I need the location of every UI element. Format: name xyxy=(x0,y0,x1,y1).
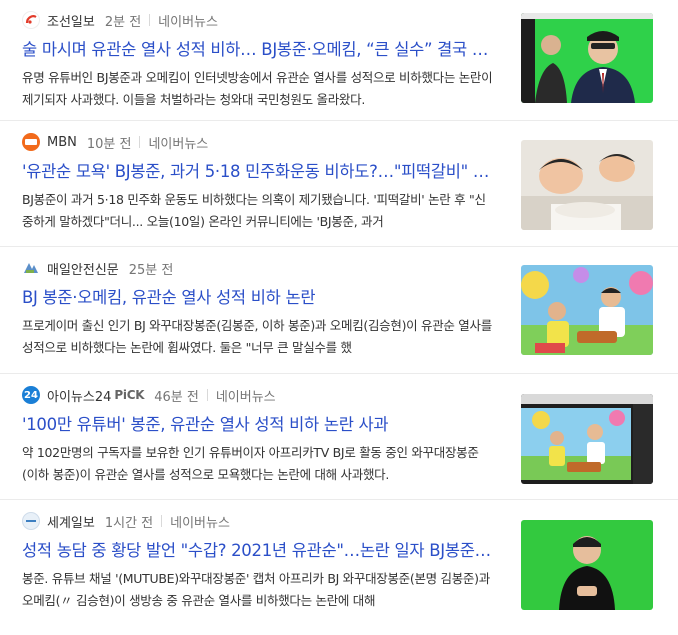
chosun-logo-icon[interactable] xyxy=(22,11,40,29)
news-item: 조선일보 2분 전 네이버뉴스 술 마시며 유관순 열사 성적 비하… BJ봉준… xyxy=(0,0,678,121)
mbn-logo-icon[interactable] xyxy=(22,133,40,151)
press-name[interactable]: 조선일보 xyxy=(47,11,95,30)
maeil-safety-logo-icon[interactable] xyxy=(22,259,40,277)
photo-thumbnail-icon[interactable] xyxy=(521,394,653,484)
news-source-row: MBN 10분 전 네이버뉴스 xyxy=(22,132,494,152)
news-item: 세계일보 1시간 전 네이버뉴스 성적 농담 중 황당 발언 "수갑? 2021… xyxy=(0,501,678,635)
news-title-link[interactable]: '유관순 모욕' BJ봉준, 과거 5·18 민주화운동 비하도?…"피떡갈비"… xyxy=(22,161,494,183)
news-time: 2분 전 xyxy=(104,14,142,30)
news-title-link[interactable]: '100만 유튜버' 봉준, 유관순 열사 성적 비하 논란 사과 xyxy=(22,414,494,436)
naver-news-link[interactable]: 네이버뉴스 xyxy=(216,386,276,405)
press-name[interactable]: 매일안전신문 xyxy=(47,259,119,278)
press-name[interactable]: 세계일보 xyxy=(47,512,95,531)
naver-news-link[interactable]: 네이버뉴스 xyxy=(158,11,218,30)
news-title-link[interactable]: 성적 농담 중 황당 발언 "수갑? 2021년 유관순"…논란 일자 BJ봉준… xyxy=(22,540,494,562)
news-time: 46분 전 xyxy=(154,389,199,405)
news-item: 매일안전신문 25분 전 BJ 봉준·오메킴, 유관순 열사 성적 비하 논란 … xyxy=(0,248,678,374)
naver-news-link[interactable]: 네이버뉴스 xyxy=(170,512,230,531)
news-title-link[interactable]: BJ 봉준·오메킴, 유관순 열사 성적 비하 논란 xyxy=(22,287,494,309)
photo-thumbnail-icon[interactable] xyxy=(521,520,653,610)
segye-logo-icon[interactable] xyxy=(22,512,40,530)
news-list: 조선일보 2분 전 네이버뉴스 술 마시며 유관순 열사 성적 비하… BJ봉준… xyxy=(0,0,678,635)
news-title-link[interactable]: 술 마시며 유관순 열사 성적 비하… BJ봉준·오메킴, “큰 실수” 결국 … xyxy=(22,39,494,61)
news-description: 프로게이머 출신 인기 BJ 와꾸대장봉준(김봉준, 이하 봉준)과 오메킴(김… xyxy=(22,318,492,355)
news-source-row: 매일안전신문 25분 전 xyxy=(22,258,494,278)
photo-thumbnail-icon[interactable] xyxy=(521,140,653,230)
news-time: 10분 전 xyxy=(86,136,132,152)
pick-badge: PiCK xyxy=(114,388,145,402)
news-description: 약 102만명의 구독자를 보유한 인기 유튜버이자 아프리카TV BJ로 활동… xyxy=(22,445,479,482)
news-source-row: 세계일보 1시간 전 네이버뉴스 xyxy=(22,511,494,531)
photo-thumbnail-icon[interactable] xyxy=(521,13,653,103)
naver-news-link[interactable]: 네이버뉴스 xyxy=(148,133,208,152)
inews24-logo-icon[interactable]: 24 xyxy=(22,386,40,404)
divider xyxy=(149,14,151,26)
press-name[interactable]: MBN xyxy=(47,135,77,150)
news-description: 봉준. 유튜브 채널 '(MUTUBE)와꾸대장봉준' 캡처 아프리카 BJ 와… xyxy=(22,571,490,608)
photo-thumbnail-icon[interactable] xyxy=(521,265,653,355)
news-description: 유명 유튜버인 BJ봉준과 오메킴이 인터넷방송에서 유관순 열사를 성적으로 … xyxy=(22,70,493,107)
news-item: MBN 10분 전 네이버뉴스 '유관순 모욕' BJ봉준, 과거 5·18 민… xyxy=(0,122,678,247)
news-time: 1시간 전 xyxy=(104,515,154,531)
news-source-row: 조선일보 2분 전 네이버뉴스 xyxy=(22,10,494,30)
news-time: 25분 전 xyxy=(128,262,174,278)
press-name[interactable]: 아이뉴스24 xyxy=(47,386,111,405)
divider xyxy=(206,389,208,401)
divider xyxy=(139,136,141,148)
news-description: BJ봉준이 과거 5·18 민주화 운동도 비하했다는 의혹이 제기됐습니다. … xyxy=(22,192,486,229)
divider xyxy=(161,515,163,527)
news-item: 24 아이뉴스24 PiCK 46분 전 네이버뉴스 '100만 유튜버' 봉준… xyxy=(0,375,678,500)
news-source-row: 24 아이뉴스24 PiCK 46분 전 네이버뉴스 xyxy=(22,385,494,405)
